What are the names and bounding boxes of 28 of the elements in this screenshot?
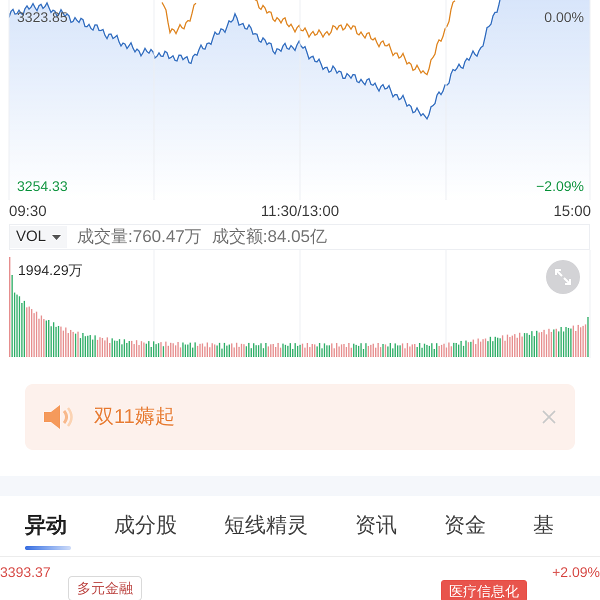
top-price-label: 3323.85 — [17, 8, 68, 27]
volume-label: 成交量:760.47万 — [77, 226, 202, 248]
tab[interactable]: 基 — [533, 510, 554, 542]
expand-icon — [554, 268, 572, 286]
caret-icon — [52, 234, 62, 240]
sector-tag: 医疗信息化 — [441, 580, 527, 600]
expand-button[interactable] — [546, 260, 580, 294]
close-button[interactable] — [541, 409, 557, 425]
tab[interactable]: 异动 — [25, 510, 67, 542]
tab-underline — [25, 546, 71, 550]
time-axis-label: 09:30 — [9, 202, 47, 222]
amount-label: 成交额:84.05亿 — [212, 226, 328, 248]
tab[interactable]: 成分股 — [114, 510, 177, 542]
time-axis-label: 15:00 — [553, 202, 591, 222]
time-axis-label: 11:30/13:00 — [260, 202, 340, 222]
close-icon — [541, 409, 557, 425]
tab[interactable]: 短线精灵 — [224, 510, 308, 542]
sector-tag: 多元金融 — [68, 576, 142, 600]
high-percent-label: +2.09% — [552, 563, 600, 582]
notice-text: 双11薅起 — [94, 405, 175, 430]
indicator-dropdown[interactable]: VOL — [10, 226, 68, 248]
tab[interactable]: 资讯 — [355, 510, 397, 542]
high-value-label: 3393.37 — [0, 563, 51, 582]
top-percent-label: 0.00% — [544, 8, 584, 27]
bottom-percent-label: −2.09% — [536, 177, 584, 196]
tab[interactable]: 资金 — [444, 510, 486, 542]
max-volume-label: 1994.29万 — [18, 261, 83, 280]
bottom-price-label: 3254.33 — [17, 177, 68, 196]
